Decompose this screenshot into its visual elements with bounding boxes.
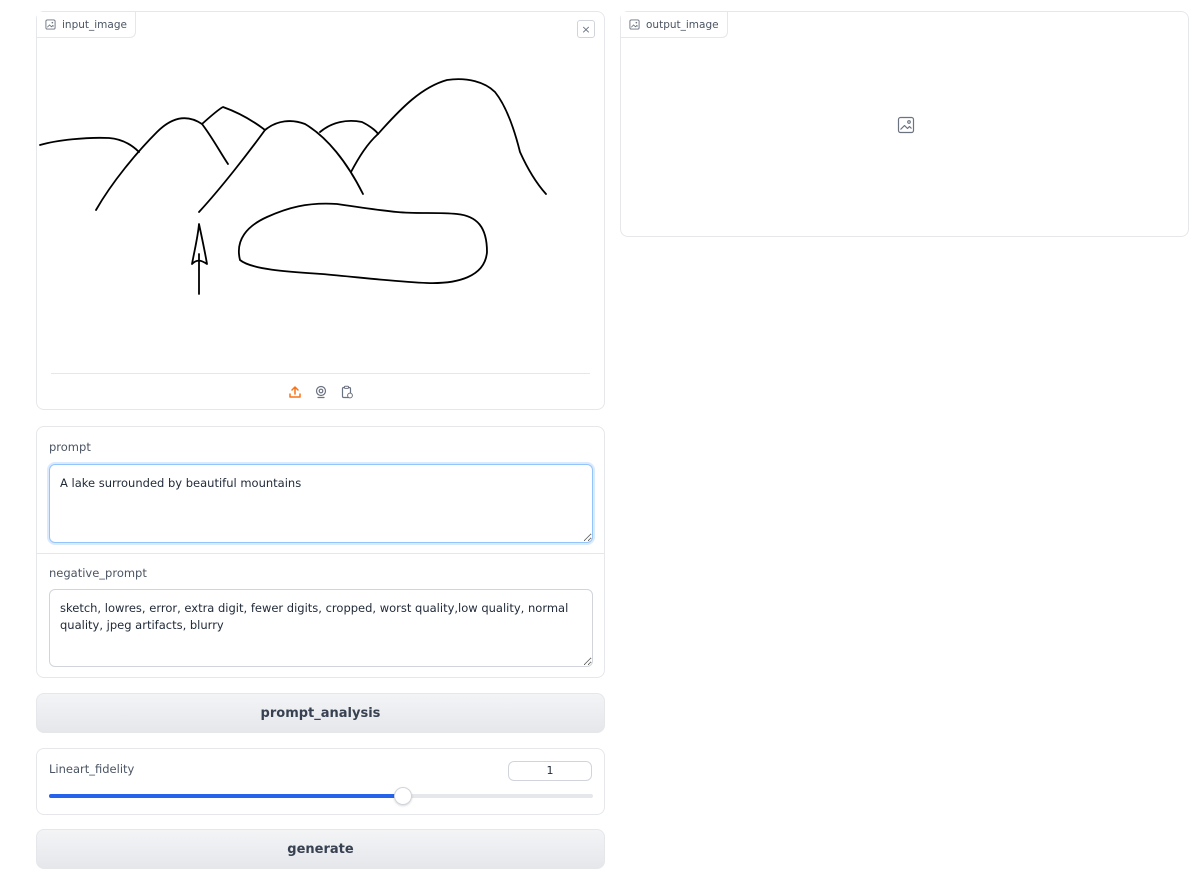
lineart-fidelity-number-input[interactable]: 1 xyxy=(508,761,592,781)
lineart-fidelity-slider[interactable] xyxy=(49,787,593,805)
image-placeholder-icon xyxy=(897,116,915,134)
slider-fill xyxy=(49,794,403,798)
image-icon xyxy=(45,19,56,30)
slider-thumb[interactable] xyxy=(393,787,412,805)
prompt-divider xyxy=(37,553,604,554)
input-image-label: input_image xyxy=(37,12,136,38)
negative-prompt-input[interactable] xyxy=(49,589,593,667)
generate-button[interactable]: generate xyxy=(36,829,605,869)
clipboard-icon[interactable] xyxy=(339,384,355,400)
upload-icon[interactable] xyxy=(287,384,303,400)
negative-prompt-label: negative_prompt xyxy=(49,566,147,580)
sketch-drawing[interactable] xyxy=(37,12,604,372)
lineart-fidelity-label: Lineart_fidelity xyxy=(49,762,135,776)
output-image-label-text: output_image xyxy=(646,18,719,31)
prompt-label: prompt xyxy=(49,440,91,454)
lineart-fidelity-panel: Lineart_fidelity 1 xyxy=(36,748,605,815)
prompt-panel: prompt negative_prompt xyxy=(36,426,605,678)
clear-icon[interactable]: × xyxy=(577,20,595,38)
output-image-label: output_image xyxy=(621,12,728,38)
source-selector xyxy=(51,373,590,409)
output-image-panel: output_image xyxy=(620,11,1189,237)
prompt-input[interactable] xyxy=(49,464,593,543)
webcam-icon[interactable] xyxy=(313,384,329,400)
input-image-panel: input_image × xyxy=(36,11,605,410)
prompt-analysis-button[interactable]: prompt_analysis xyxy=(36,693,605,733)
image-icon xyxy=(629,19,640,30)
input-image-label-text: input_image xyxy=(62,18,127,31)
